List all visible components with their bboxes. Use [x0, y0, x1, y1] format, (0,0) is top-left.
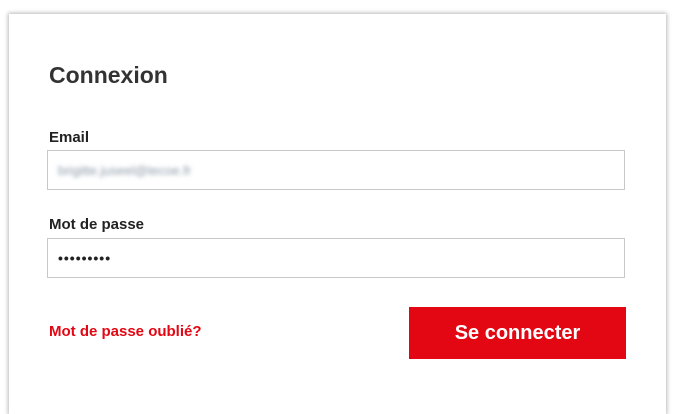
password-label: Mot de passe	[49, 216, 145, 233]
password-value: •••••••••	[58, 250, 112, 266]
email-label: Email	[49, 129, 90, 146]
login-card: Connexion Email brigitte.juseel@tecoe.fr…	[9, 14, 666, 414]
forgot-password-link[interactable]: Mot de passe oublié?	[49, 323, 202, 340]
login-button[interactable]: Se connecter	[409, 307, 626, 359]
password-field[interactable]: •••••••••	[47, 238, 625, 278]
page-title: Connexion	[49, 62, 168, 88]
email-value: brigitte.juseel@tecoe.fr	[58, 162, 192, 178]
email-field[interactable]: brigitte.juseel@tecoe.fr	[47, 150, 625, 190]
